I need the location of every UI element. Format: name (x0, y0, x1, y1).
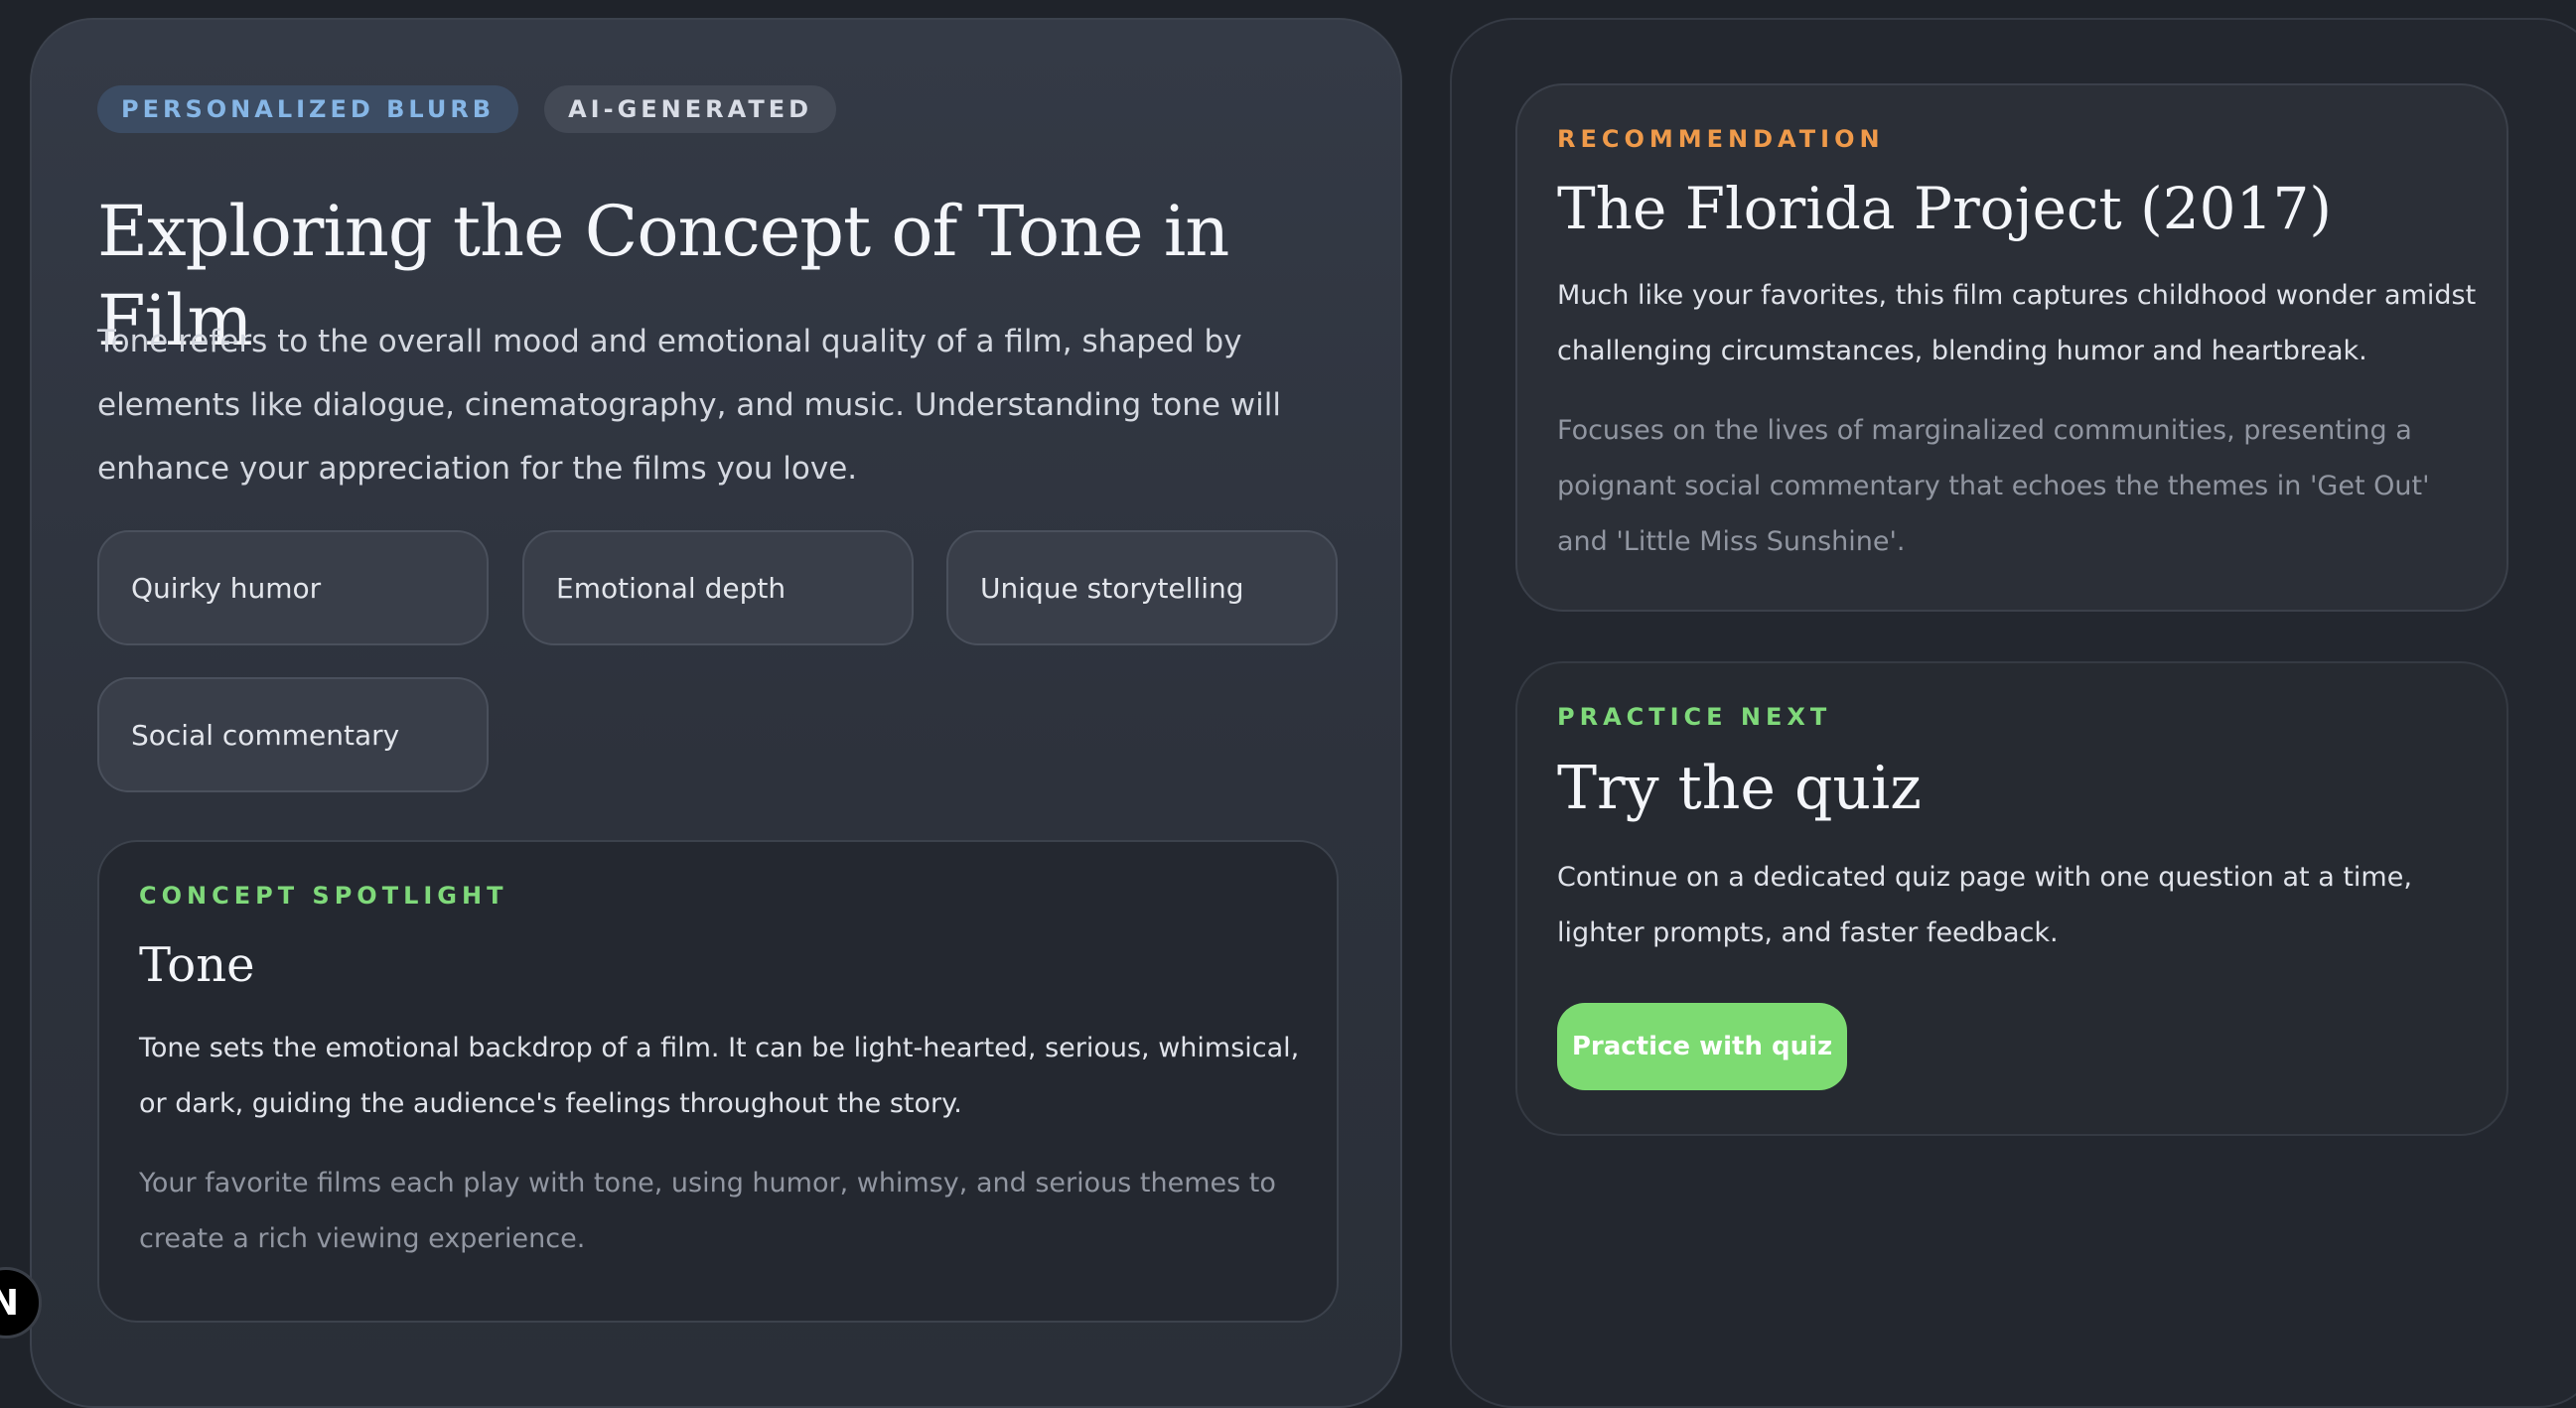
recommendation-title: The Florida Project (2017) (1557, 175, 2332, 242)
spotlight-title: Tone (139, 937, 255, 993)
personalized-blurb-badge: PERSONALIZED BLURB (97, 85, 519, 133)
ai-generated-badge: AI-GENERATED (544, 85, 837, 133)
badge-row: PERSONALIZED BLURB AI-GENERATED (97, 85, 837, 133)
spotlight-eyebrow: CONCEPT SPOTLIGHT (139, 882, 508, 910)
spotlight-text: Tone sets the emotional backdrop of a fi… (139, 1033, 1300, 1119)
recommendation-muted-text: Focuses on the lives of marginalized com… (1557, 415, 2430, 557)
personalized-blurb-panel: PERSONALIZED BLURB AI-GENERATED Explorin… (30, 18, 1402, 1408)
practice-text: Continue on a dedicated quiz page with o… (1557, 862, 2412, 948)
recommendation-eyebrow: RECOMMENDATION (1557, 125, 1885, 153)
recommendation-text: Much like your favorites, this film capt… (1557, 280, 2477, 366)
practice-with-quiz-button[interactable]: Practice with quiz (1557, 1003, 1847, 1090)
chip-social-commentary[interactable]: Social commentary (97, 677, 489, 792)
practice-title: Try the quiz (1557, 754, 1922, 823)
concept-spotlight-card: CONCEPT SPOTLIGHT Tone Tone sets the emo… (97, 840, 1339, 1323)
practice-eyebrow: PRACTICE NEXT (1557, 703, 1832, 731)
blurb-description: Tone refers to the overall mood and emot… (97, 324, 1281, 487)
practice-next-card: PRACTICE NEXT Try the quiz Continue on a… (1515, 661, 2508, 1136)
chip-unique-storytelling[interactable]: Unique storytelling (946, 530, 1338, 645)
recommendation-card: RECOMMENDATION The Florida Project (2017… (1515, 83, 2508, 612)
sidebar-panel: RECOMMENDATION The Florida Project (2017… (1450, 18, 2576, 1408)
spotlight-muted-text: Your favorite films each play with tone,… (139, 1168, 1276, 1254)
chip-quirky-humor[interactable]: Quirky humor (97, 530, 489, 645)
chip-emotional-depth[interactable]: Emotional depth (522, 530, 914, 645)
